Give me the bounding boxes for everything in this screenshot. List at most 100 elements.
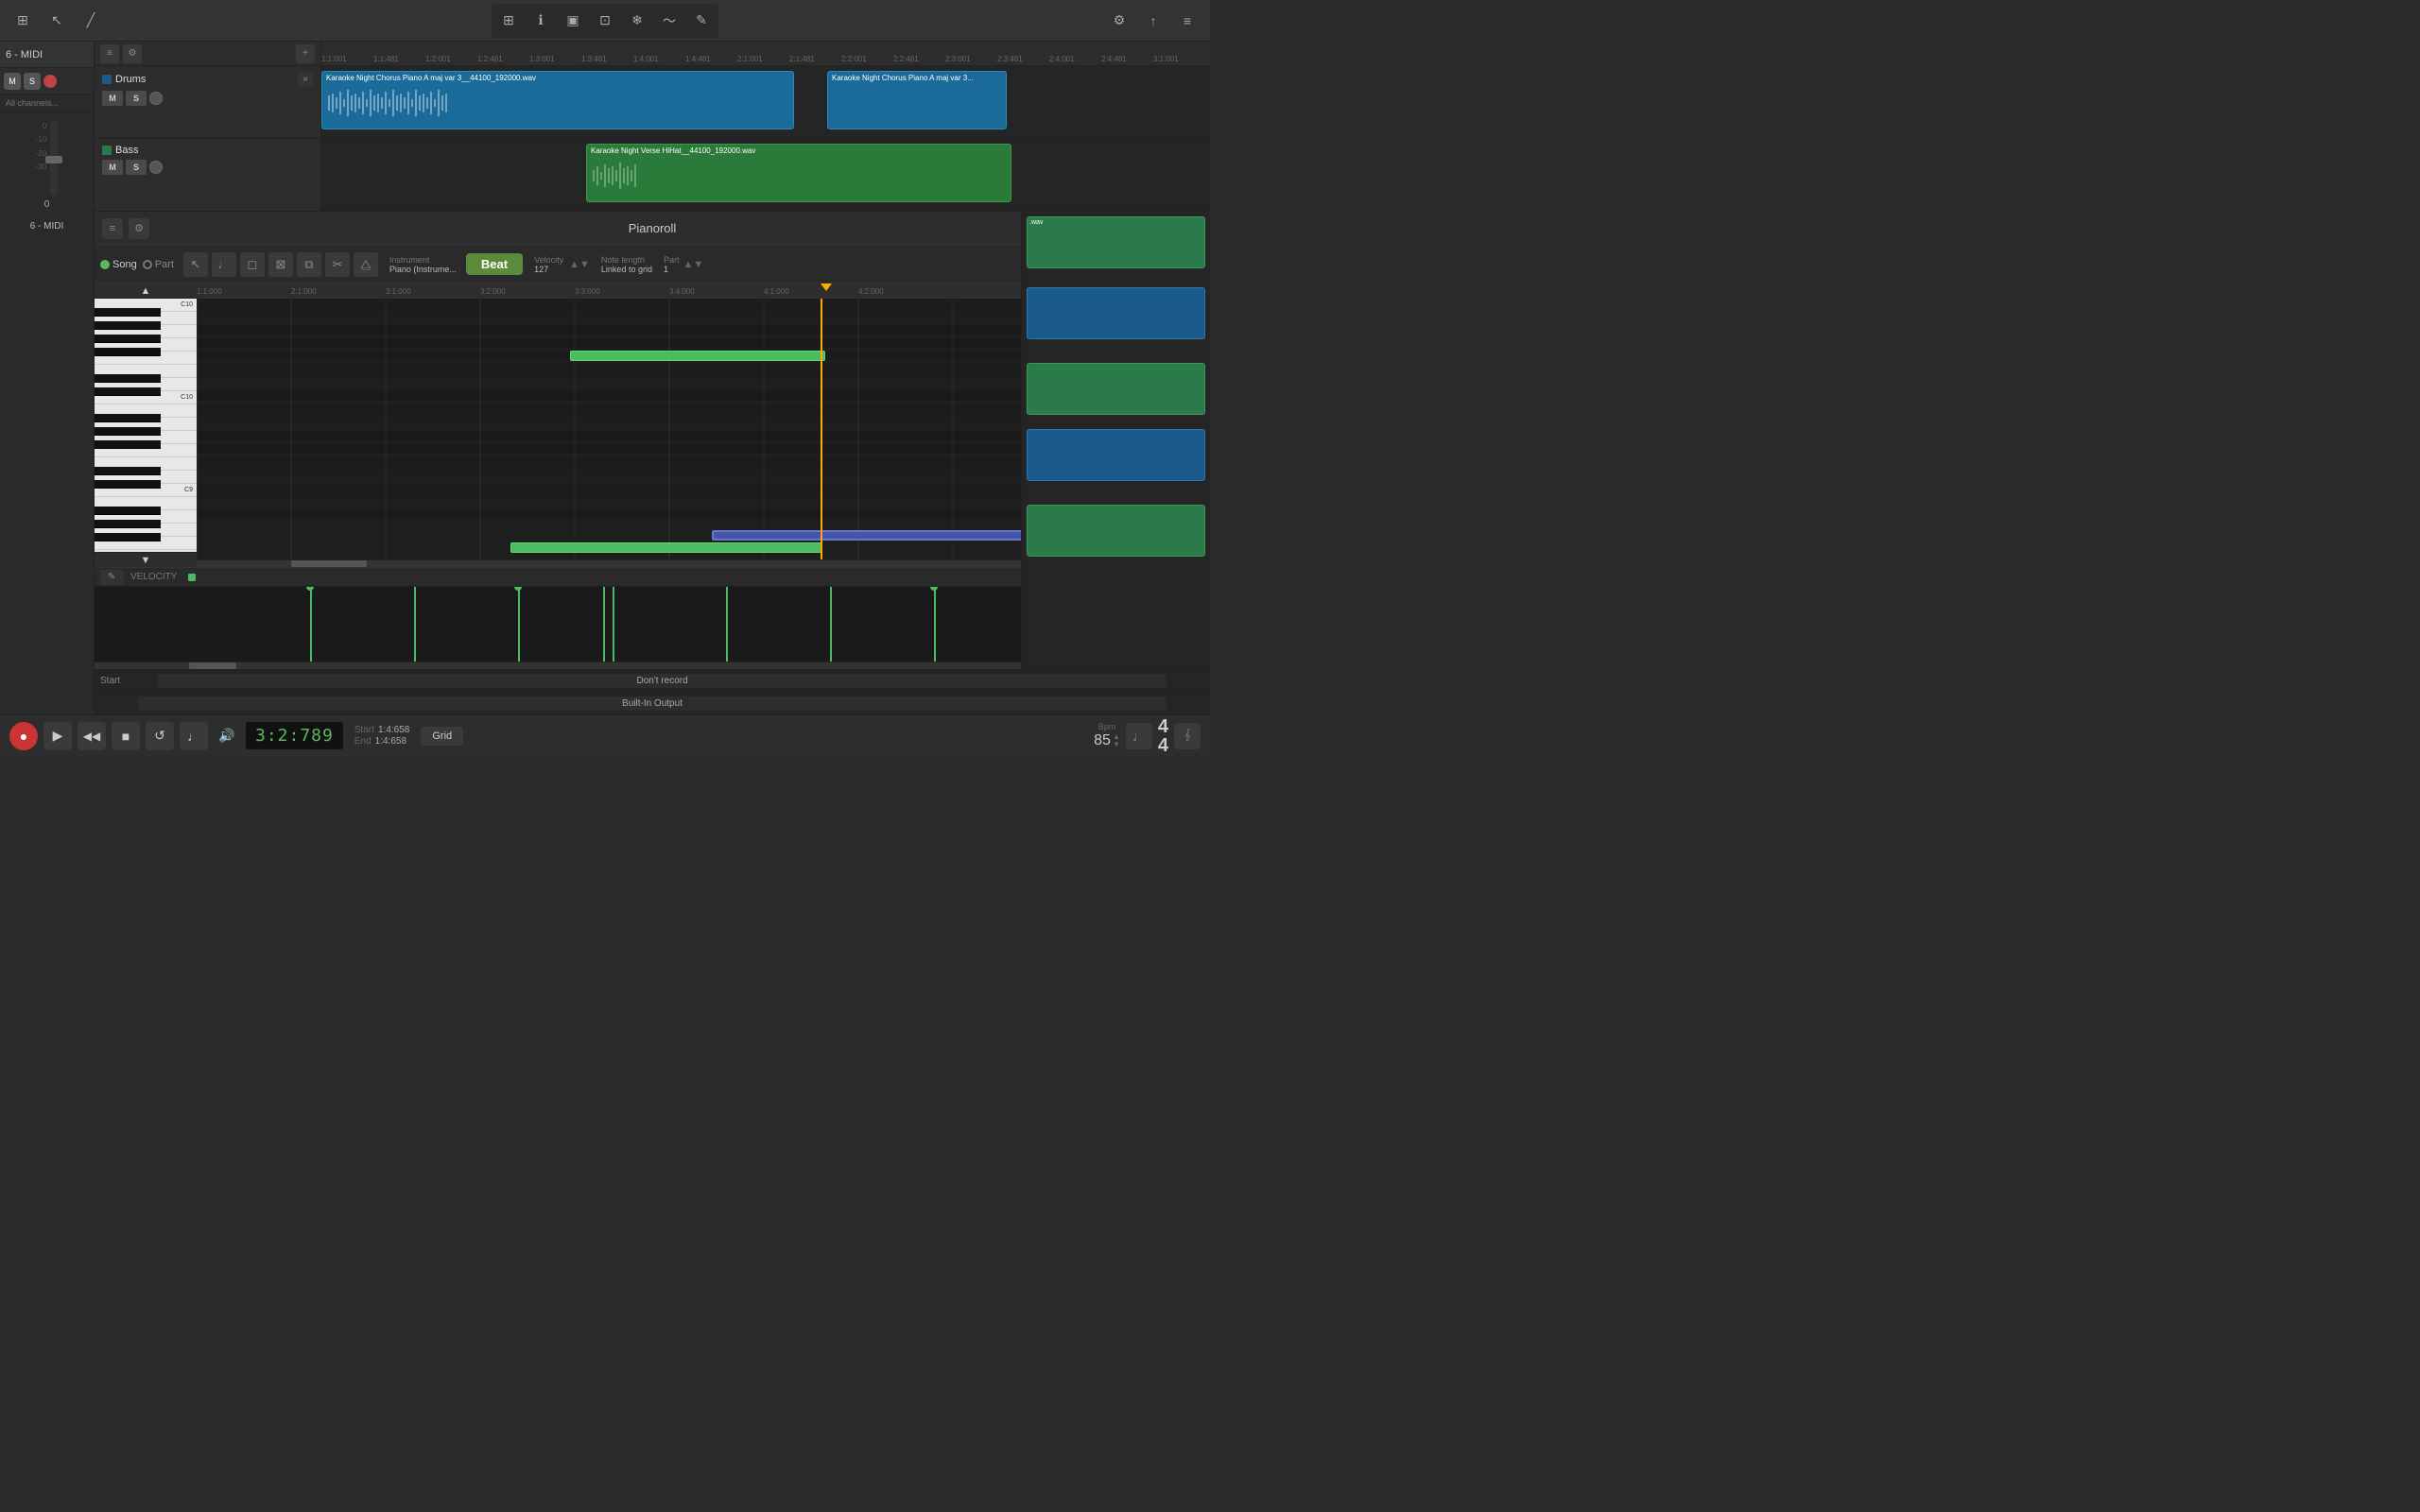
pr-select-tool[interactable]: ⊠	[268, 252, 293, 277]
record-btn[interactable]: ●	[9, 722, 38, 750]
velocity-arrows[interactable]: ▲▼	[569, 259, 590, 270]
pr-note-tool[interactable]: ♩	[212, 252, 236, 277]
bass-content[interactable]: Karaoke Night Verse HiHat__44100_192000.…	[321, 139, 1210, 211]
key-gb9-black[interactable]	[95, 440, 161, 449]
pr-settings-icon[interactable]: ⚙	[129, 218, 149, 239]
bass-mute-btn[interactable]: M	[102, 160, 123, 175]
vel-dot-1[interactable]	[306, 587, 314, 591]
key-eb9-black[interactable]	[95, 467, 161, 475]
pr-erase-tool[interactable]: ◻	[240, 252, 265, 277]
rewind-btn[interactable]: ◀◀	[78, 722, 106, 750]
bpm-display: Bpm 85 ▲ ▼	[1094, 722, 1120, 749]
drums-close-btn[interactable]: ×	[298, 72, 313, 87]
dont-record-btn[interactable]: Don't record	[158, 674, 1167, 688]
share-icon[interactable]: ↑	[1138, 6, 1168, 36]
key-e8[interactable]	[95, 550, 197, 552]
key-ab8-black[interactable]	[95, 520, 161, 528]
master-rec-btn[interactable]	[43, 75, 57, 88]
bass-solo-btn[interactable]: S	[126, 160, 147, 175]
clip2-icon[interactable]: ⊡	[590, 6, 620, 36]
part-arrows[interactable]: ▲▼	[683, 259, 703, 270]
pr-cut-tool[interactable]: ✂	[325, 252, 350, 277]
bpm-down-arrow[interactable]: ▼	[1113, 741, 1120, 748]
key-b10-black[interactable]	[95, 308, 161, 317]
key-db10-black[interactable]	[95, 387, 161, 396]
note-block-1[interactable]	[570, 351, 825, 361]
volume-fader-thumb[interactable]	[45, 156, 62, 163]
bpm-arrows[interactable]: ▲ ▼	[1113, 733, 1120, 748]
arrange2-icon[interactable]: ▣	[558, 6, 588, 36]
pr-scroll-down[interactable]: ▼	[95, 552, 197, 567]
note-block-3[interactable]	[510, 542, 822, 553]
key-ab10-black[interactable]	[95, 335, 161, 343]
volume-fader-track[interactable]	[50, 120, 58, 196]
key-ab9-black[interactable]	[95, 427, 161, 436]
settings2-icon[interactable]: ⚙	[1104, 6, 1134, 36]
play-btn[interactable]: ▶	[43, 722, 72, 750]
warp2-icon[interactable]: 〜	[654, 6, 684, 36]
tmark-12: 2:3:001	[945, 55, 971, 63]
right-clip-1[interactable]: .wav	[1027, 216, 1205, 268]
vel-dot-3[interactable]	[514, 587, 522, 591]
stop-btn[interactable]: ■	[112, 722, 140, 750]
add-track-btn[interactable]: +	[296, 44, 315, 63]
drums-content[interactable]: Karaoke Night Chorus Piano A maj var 3__…	[321, 66, 1210, 138]
builtin-output-btn[interactable]: Built-In Output	[138, 696, 1167, 711]
bass-clip-1[interactable]: Karaoke Night Verse HiHat__44100_192000.…	[586, 144, 1011, 202]
master-solo-btn[interactable]: S	[24, 73, 41, 90]
grid2-icon[interactable]: ⊞	[493, 6, 524, 36]
key-gb8-black[interactable]	[95, 533, 161, 541]
metronome-btn[interactable]: ♩	[180, 722, 208, 750]
key-bb8-black[interactable]	[95, 507, 161, 515]
pr-cursor-tool[interactable]: ↖	[183, 252, 208, 277]
right-clip-3[interactable]	[1027, 363, 1205, 415]
master-mute-btn[interactable]: M	[4, 73, 21, 90]
loop-btn[interactable]: ↺	[146, 722, 174, 750]
freeze2-icon[interactable]: ❄	[622, 6, 652, 36]
drums-mute-btn[interactable]: M	[102, 91, 123, 106]
select-tool-icon[interactable]: ↖	[42, 6, 72, 36]
key-eb10-black[interactable]	[95, 374, 161, 383]
key-gb10-black[interactable]	[95, 348, 161, 356]
drums-solo-btn[interactable]: S	[126, 91, 147, 106]
beat-btn[interactable]: Beat	[466, 253, 523, 275]
midi-icon[interactable]: 𝄞	[1174, 723, 1201, 749]
info2-icon[interactable]: ℹ	[526, 6, 556, 36]
key-db9-black[interactable]	[95, 480, 161, 489]
snap-icon[interactable]: ⊞	[8, 6, 38, 36]
pr-hscroll-thumb[interactable]	[291, 560, 367, 567]
start-display: Start 1:4:658	[354, 725, 410, 735]
settings3-icon[interactable]: ⚙	[123, 44, 142, 63]
pr-copy-tool[interactable]: ⧉	[297, 252, 321, 277]
bass-rec-btn[interactable]	[149, 161, 163, 174]
instrument-param-value: Piano (Instrume...	[389, 265, 457, 274]
prefs-icon[interactable]: ≡	[1172, 6, 1202, 36]
song-toggle[interactable]: Song	[100, 259, 137, 270]
right-clip-4[interactable]	[1027, 429, 1205, 481]
key-bb10-black[interactable]	[95, 321, 161, 330]
note-block-2[interactable]	[712, 530, 1024, 541]
pr-list-icon[interactable]: ≡	[102, 218, 123, 239]
velocity-edit-icon[interactable]: ✎	[100, 570, 123, 585]
key-bb9-black[interactable]	[95, 414, 161, 422]
right-clip-1-label: .wav	[1028, 217, 1204, 228]
pen2-icon[interactable]: ✎	[686, 6, 717, 36]
draw-tool-icon[interactable]: ╱	[76, 6, 106, 36]
part-toggle[interactable]: Part	[143, 259, 174, 270]
pr-mark-2: 2:1:000	[291, 287, 317, 296]
drums-clip-2[interactable]: Karaoke Night Chorus Piano A maj var 3..…	[827, 71, 1007, 129]
drums-rec-btn[interactable]	[149, 92, 163, 105]
pr-paste-tool[interactable]: ⧋	[354, 252, 378, 277]
time-display: 3:2:789	[246, 722, 343, 749]
right-clip-5[interactable]	[1027, 505, 1205, 557]
metro2-btn[interactable]: ♩	[1126, 723, 1152, 749]
drums-clip-1[interactable]: Karaoke Night Chorus Piano A maj var 3__…	[321, 71, 794, 129]
end-display: End 1:4:658	[354, 736, 410, 747]
right-clip-2[interactable]	[1027, 287, 1205, 339]
list-icon[interactable]: ≡	[100, 44, 119, 63]
pr-scroll-up[interactable]: ▲	[95, 284, 197, 299]
vel-dot-7[interactable]	[930, 587, 938, 591]
channel-select[interactable]: All channels...	[0, 94, 94, 112]
vel-hscroll-thumb[interactable]	[189, 662, 236, 669]
grid-btn[interactable]: Grid	[421, 727, 463, 746]
